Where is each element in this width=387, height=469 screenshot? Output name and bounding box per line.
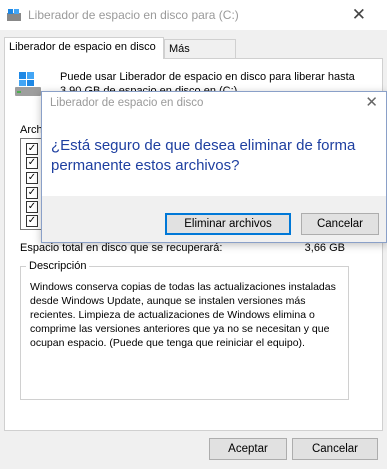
close-icon[interactable]: ✕: [352, 5, 366, 25]
disk-cleanup-icon: [7, 9, 21, 21]
dialog-title-bar: Liberador de espacio en disco ✕: [42, 92, 386, 116]
description-text: Windows conserva copias de todas las act…: [30, 281, 336, 349]
dialog-question: ¿Está seguro de que desea eliminar de fo…: [51, 137, 356, 174]
cancel-button[interactable]: Cancelar: [292, 438, 378, 460]
checkbox[interactable]: ✓: [26, 157, 38, 169]
total-space-value: 3,66 GB: [304, 242, 345, 254]
description-legend: Descripción: [26, 260, 90, 272]
checkbox[interactable]: ✓: [26, 201, 38, 213]
drive-icon: [15, 72, 41, 96]
tab-more-options[interactable]: Más opciones: [164, 39, 236, 74]
checkbox[interactable]: ✓: [26, 172, 38, 184]
dialog-cancel-button[interactable]: Cancelar: [301, 213, 379, 235]
checkbox[interactable]: ✓: [26, 215, 38, 227]
accept-button[interactable]: Aceptar: [209, 438, 287, 460]
dialog-body: ¿Está seguro de que desea eliminar de fo…: [42, 116, 386, 196]
total-space-label: Espacio total en disco que se recuperará…: [20, 242, 223, 254]
title-bar: Liberador de espacio en disco para (C:) …: [0, 0, 387, 30]
checkbox[interactable]: ✓: [26, 187, 38, 199]
checkbox[interactable]: ✓: [26, 143, 38, 155]
delete-files-button[interactable]: Eliminar archivos: [165, 213, 291, 235]
tab-disk-cleanup[interactable]: Liberador de espacio en disco: [4, 37, 164, 59]
dialog-close-icon[interactable]: ✕: [365, 94, 378, 112]
confirm-dialog: Liberador de espacio en disco ✕ ¿Está se…: [41, 91, 387, 243]
window-title: Liberador de espacio en disco para (C:): [28, 8, 239, 22]
dialog-title: Liberador de espacio en disco: [50, 97, 204, 109]
